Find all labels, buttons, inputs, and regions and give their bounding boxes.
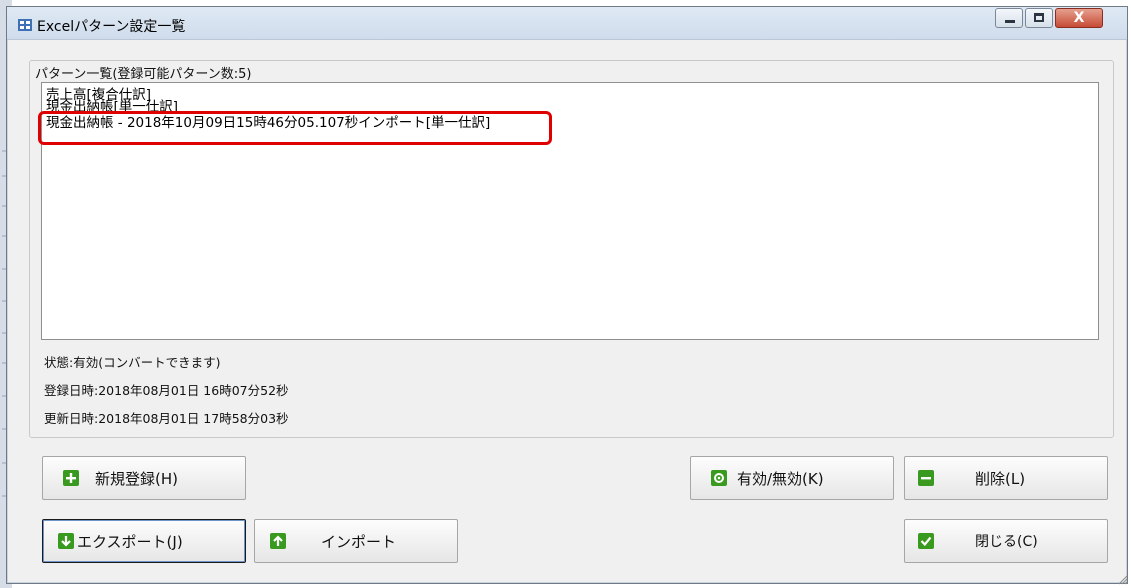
gear-icon: [711, 470, 727, 486]
app-icon: [18, 19, 32, 31]
status-text: 状態:有効(コンバートできます): [44, 355, 221, 370]
toggle-enable-button[interactable]: 有効/無効(K): [690, 456, 894, 500]
registered-datetime: 登録日時:2018年08月01日 16時07分52秒: [44, 383, 289, 398]
toggle-enable-label: 有効/無効(K): [737, 470, 824, 488]
check-icon: [918, 533, 934, 549]
pattern-list-legend: パターン一覧(登録可能パターン数:5): [33, 63, 254, 82]
import-button[interactable]: インポート: [254, 519, 458, 563]
close-label: 閉じる(C): [975, 534, 1038, 550]
delete-button[interactable]: 削除(L): [904, 456, 1108, 500]
down-arrow-icon: [58, 533, 74, 549]
window-title: Excelパターン設定一覧: [37, 19, 186, 35]
export-label: エクスポート(J): [77, 533, 183, 551]
maximize-icon: [1034, 13, 1044, 22]
close-icon: X: [1073, 10, 1085, 26]
export-button[interactable]: エクスポート(J): [42, 519, 246, 563]
new-register-label: 新規登録(H): [95, 470, 178, 488]
up-arrow-icon: [270, 533, 286, 549]
maximize-button[interactable]: [1025, 8, 1053, 28]
minus-icon: [918, 470, 934, 486]
delete-label: 削除(L): [975, 470, 1026, 488]
plus-icon: [63, 470, 79, 486]
close-button[interactable]: 閉じる(C): [904, 519, 1108, 563]
import-label: インポート: [321, 533, 397, 551]
title-bar[interactable]: Excelパターン設定一覧 X: [7, 7, 1127, 40]
resize-grip-icon[interactable]: [1116, 573, 1128, 585]
close-window-button[interactable]: X: [1055, 8, 1103, 28]
new-register-button[interactable]: 新規登録(H): [42, 456, 246, 500]
updated-datetime: 更新日時:2018年08月01日 17時58分03秒: [44, 411, 289, 426]
minimize-icon: [1005, 20, 1015, 23]
highlight-annotation: [38, 111, 552, 145]
minimize-button[interactable]: [995, 8, 1023, 28]
